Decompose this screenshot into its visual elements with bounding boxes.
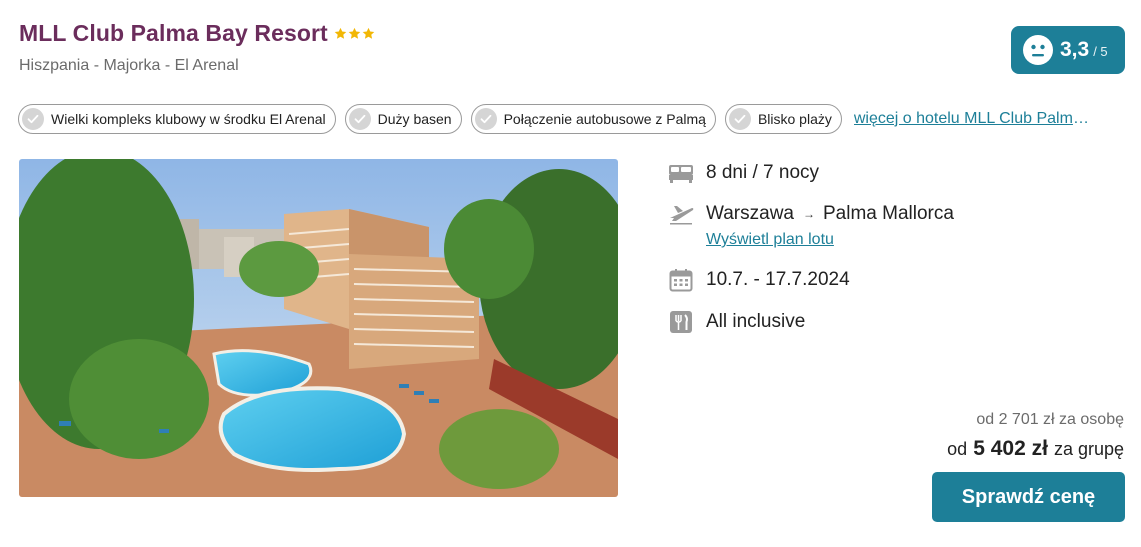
duration-text: 8 dni / 7 nocy	[706, 162, 820, 183]
arrival-city: Palma Mallorca	[822, 203, 954, 224]
check-icon	[474, 108, 497, 130]
star-rating	[334, 27, 375, 40]
calendar-icon	[668, 267, 694, 293]
price-group-prefix: od	[947, 439, 968, 459]
star-icon	[334, 27, 347, 39]
price-group: od 5 402 zł za grupę	[947, 437, 1124, 461]
hotel-name[interactable]: MLL Club Palma Bay Resort	[19, 20, 328, 47]
bed-icon	[668, 160, 694, 186]
tag: Połączenie autobusowe z Palmą	[470, 104, 716, 134]
tag-label: Wielki kompleks klubowy w środku El Aren…	[51, 111, 326, 127]
board-text: All inclusive	[706, 311, 806, 332]
dates-text: 10.7. - 17.7.2024	[706, 269, 850, 290]
tags-row: Wielki kompleks klubowy w środku El Aren…	[18, 104, 1092, 134]
route-arrow: →	[802, 207, 815, 221]
tag: Wielki kompleks klubowy w środku El Aren…	[18, 104, 336, 134]
plane-icon	[668, 201, 694, 227]
tag-label: Blisko plaży	[757, 111, 832, 127]
more-about-hotel-link[interactable]: więcej o hotelu MLL Club Palma Bay Resor…	[854, 110, 1092, 128]
neutral-face-icon	[1023, 35, 1053, 65]
hotel-photo[interactable]	[19, 159, 618, 497]
price-group-suffix: za grupę	[1053, 439, 1124, 459]
tag-label: Duży basen	[377, 111, 452, 127]
duration-row: 8 dni / 7 nocy	[668, 158, 954, 188]
star-icon	[362, 27, 375, 39]
rating-value: 3,3	[1060, 38, 1090, 61]
check-icon	[348, 108, 371, 130]
check-icon	[22, 108, 44, 130]
rating-scale: / 5	[1093, 44, 1108, 59]
title-row: MLL Club Palma Bay Resort	[19, 20, 375, 47]
hotel-offer-card: MLL Club Palma Bay Resort Hiszpania - Ma…	[0, 0, 1141, 547]
offer-details: 8 dni / 7 nocy Warszawa → Palma Mallorca…	[668, 158, 954, 337]
cutlery-icon	[668, 309, 694, 335]
board-row: All inclusive	[668, 307, 954, 337]
tag: Blisko plaży	[724, 104, 842, 134]
hotel-location: Hiszpania - Majorka - El Arenal	[19, 57, 239, 74]
flight-plan-link[interactable]: Wyświetl plan lotu	[706, 231, 954, 249]
tag-label: Połączenie autobusowe z Palmą	[503, 111, 706, 127]
check-icon	[728, 108, 751, 130]
departure-city: Warszawa	[706, 203, 794, 224]
rating-badge[interactable]: 3,3 / 5	[1011, 26, 1125, 74]
price-group-amount: 5 402 zł	[973, 437, 1048, 460]
check-price-button[interactable]: Sprawdź cenę	[932, 472, 1125, 522]
price-per-person: od 2 701 zł za osobę	[976, 411, 1124, 428]
tag: Duży basen	[344, 104, 462, 134]
star-icon	[348, 27, 361, 39]
dates-row: 10.7. - 17.7.2024	[668, 265, 954, 295]
flight-row: Warszawa → Palma Mallorca	[668, 199, 954, 229]
